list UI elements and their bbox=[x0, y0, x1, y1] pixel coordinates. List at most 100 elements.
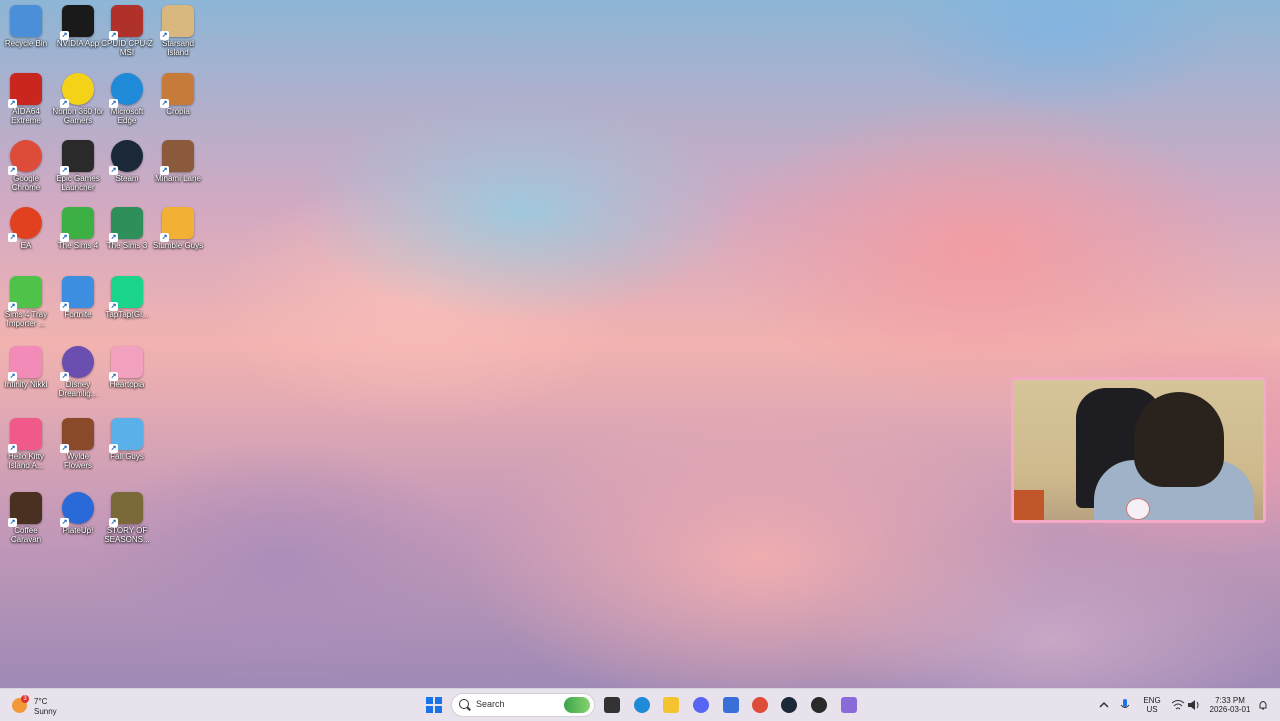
desktop-icon-label: Disney Dreamlig... bbox=[58, 380, 98, 398]
desktop-icon-label: Infinity Nikki bbox=[4, 380, 48, 389]
cpuz-icon: ↗ bbox=[109, 5, 143, 40]
desktop-icon[interactable]: ↗ Stumble Guys bbox=[152, 207, 204, 273]
stumble-guys-icon: ↗ bbox=[160, 207, 194, 242]
desktop-icon[interactable]: ↗ Sims 4 Tray Importer ... bbox=[0, 276, 52, 342]
shortcut-arrow-icon: ↗ bbox=[8, 302, 17, 311]
desktop-icon[interactable]: ↗ NVIDIA App bbox=[52, 5, 104, 71]
webcam-overlay bbox=[1011, 377, 1266, 523]
desktop-icon-label: Heartopia bbox=[109, 380, 145, 389]
webcam-person-head bbox=[1134, 392, 1224, 487]
cropia-icon: ↗ bbox=[160, 73, 194, 108]
desktop-icon[interactable]: ↗ TapTap(Gl... bbox=[101, 276, 153, 342]
search-placeholder: Search bbox=[476, 699, 505, 709]
desktop-icon[interactable]: ↗ Heartopia bbox=[101, 346, 153, 412]
windows-start-icon bbox=[426, 697, 442, 713]
desktop-icon[interactable]: ↗ Infinity Nikki bbox=[0, 346, 52, 412]
desktop-icon[interactable]: ↗ The Sims 4 bbox=[52, 207, 104, 273]
desktop-icon[interactable]: ↗ The Sims 3 bbox=[101, 207, 153, 273]
windows-start-button[interactable] bbox=[423, 694, 445, 716]
sims4-icon: ↗ bbox=[60, 207, 94, 242]
desktop-icon[interactable]: Recycle Bin bbox=[0, 5, 52, 71]
desktop-icon-label: Fall Guys bbox=[110, 452, 144, 461]
bell-icon bbox=[1259, 701, 1267, 710]
shortcut-arrow-icon: ↗ bbox=[109, 31, 118, 40]
shortcut-arrow-icon: ↗ bbox=[109, 99, 118, 108]
taskbar-pinned-app[interactable] bbox=[631, 694, 653, 716]
desktop-icon[interactable]: ↗ CPUID CPU-Z MSI bbox=[101, 5, 153, 71]
taskbar-pinned-app[interactable] bbox=[720, 694, 742, 716]
desktop-icon[interactable]: ↗ STORY OF SEASONS... bbox=[101, 492, 153, 558]
taskbar-pinned-app[interactable] bbox=[660, 694, 682, 716]
desktop-icon-label: STORY OF SEASONS... bbox=[104, 526, 150, 544]
file-explorer-icon bbox=[663, 697, 679, 713]
shortcut-arrow-icon: ↗ bbox=[160, 31, 169, 40]
weather-widget[interactable]: 3 7°C Sunny bbox=[12, 695, 72, 717]
tray-overflow-button[interactable] bbox=[1096, 694, 1112, 716]
webcam-plush-toy bbox=[1126, 498, 1150, 520]
desktop-icon[interactable]: ↗ Coffee Caravan bbox=[0, 492, 52, 558]
desktop-icon[interactable]: ↗ EA bbox=[0, 207, 52, 273]
shortcut-arrow-icon: ↗ bbox=[60, 444, 69, 453]
desktop-icon[interactable]: ↗ Fortnite bbox=[52, 276, 104, 342]
desktop-icon[interactable]: ↗ Hello Kitty Island A... bbox=[0, 418, 52, 484]
task-view-icon bbox=[604, 697, 620, 713]
desktop-icon-label: Steam bbox=[115, 174, 139, 183]
desktop-icon-label: CPUID CPU-Z MSI bbox=[101, 39, 153, 57]
wifi-button[interactable] bbox=[1170, 694, 1186, 716]
shortcut-arrow-icon: ↗ bbox=[160, 166, 169, 175]
discord-icon bbox=[693, 697, 709, 713]
shortcut-arrow-icon: ↗ bbox=[60, 302, 69, 311]
clock[interactable]: 7:33 PM 2026-03-01 bbox=[1206, 696, 1254, 714]
steam-icon: ↗ bbox=[109, 140, 143, 175]
fortnite-icon: ↗ bbox=[60, 276, 94, 311]
taskbar-pinned-app[interactable] bbox=[690, 694, 712, 716]
desktop-icon-label: Minami Lane bbox=[155, 174, 201, 183]
starsand-icon: ↗ bbox=[160, 5, 194, 40]
desktop-icon[interactable]: ↗ Microsoft Edge bbox=[101, 73, 153, 139]
notifications-button[interactable] bbox=[1256, 694, 1270, 716]
desktop-icon[interactable]: ↗ Wylde Flowers bbox=[52, 418, 104, 484]
desktop-icon[interactable]: ↗ AIDA64 Extreme bbox=[0, 73, 52, 139]
wylde-flowers-icon: ↗ bbox=[60, 418, 94, 453]
microphone-button[interactable] bbox=[1117, 694, 1133, 716]
desktop-icon[interactable]: ↗ Minami Lane bbox=[152, 140, 204, 206]
shortcut-arrow-icon: ↗ bbox=[109, 518, 118, 527]
taskbar: 3 7°C Sunny Search ENG US 7:33 PM 2026-0… bbox=[0, 688, 1280, 721]
taskbar-pinned-app[interactable] bbox=[749, 694, 771, 716]
shortcut-arrow-icon: ↗ bbox=[8, 233, 17, 242]
desktop-icon[interactable]: ↗ Fall Guys bbox=[101, 418, 153, 484]
steam-icon bbox=[781, 697, 797, 713]
desktop-icon[interactable]: ↗ Starsand Island bbox=[152, 5, 204, 71]
volume-button[interactable] bbox=[1186, 694, 1202, 716]
desktop-icon[interactable]: ↗ Steam bbox=[101, 140, 153, 206]
disney-dreamlight-icon: ↗ bbox=[60, 346, 94, 381]
sims-tray-icon: ↗ bbox=[8, 276, 42, 311]
search-icon bbox=[459, 699, 469, 709]
shortcut-arrow-icon: ↗ bbox=[8, 372, 17, 381]
epic-games-icon: ↗ bbox=[60, 140, 94, 175]
sims3-icon: ↗ bbox=[109, 207, 143, 242]
desktop-icon[interactable]: ↗ Norton 360 for Gamers bbox=[52, 73, 104, 139]
taskbar-pinned-app[interactable] bbox=[778, 694, 800, 716]
desktop-icon-label: Wylde Flowers bbox=[63, 452, 92, 470]
recycle-bin-icon bbox=[10, 5, 42, 37]
infinity-nikki-icon: ↗ bbox=[8, 346, 42, 381]
fall-guys-icon: ↗ bbox=[109, 418, 143, 453]
story-of-seasons-icon: ↗ bbox=[109, 492, 143, 527]
taskbar-pinned-app[interactable] bbox=[838, 694, 860, 716]
taskbar-pinned-app[interactable] bbox=[808, 694, 830, 716]
desktop-icon[interactable]: ↗ Disney Dreamlig... bbox=[52, 346, 104, 412]
desktop-icon[interactable]: ↗ Epic Games Launcher bbox=[52, 140, 104, 206]
taskbar-search[interactable]: Search bbox=[451, 693, 595, 717]
desktop-icon[interactable]: ↗ Google Chrome bbox=[0, 140, 52, 206]
desktop-icon[interactable]: ↗ PlateUp! bbox=[52, 492, 104, 558]
weather-badge: 3 bbox=[21, 695, 29, 703]
shortcut-arrow-icon: ↗ bbox=[60, 166, 69, 175]
desktop-icon-label: Microsoft Edge bbox=[110, 107, 144, 125]
language-indicator[interactable]: ENG US bbox=[1140, 696, 1164, 714]
app-icon bbox=[811, 697, 827, 713]
desktop-icon[interactable]: ↗ Cropia bbox=[152, 73, 204, 139]
taskbar-pinned-app[interactable] bbox=[601, 694, 623, 716]
desktop-icon-label: AIDA64 Extreme bbox=[11, 107, 41, 125]
desktop-icon-label: The Sims 4 bbox=[57, 241, 99, 250]
